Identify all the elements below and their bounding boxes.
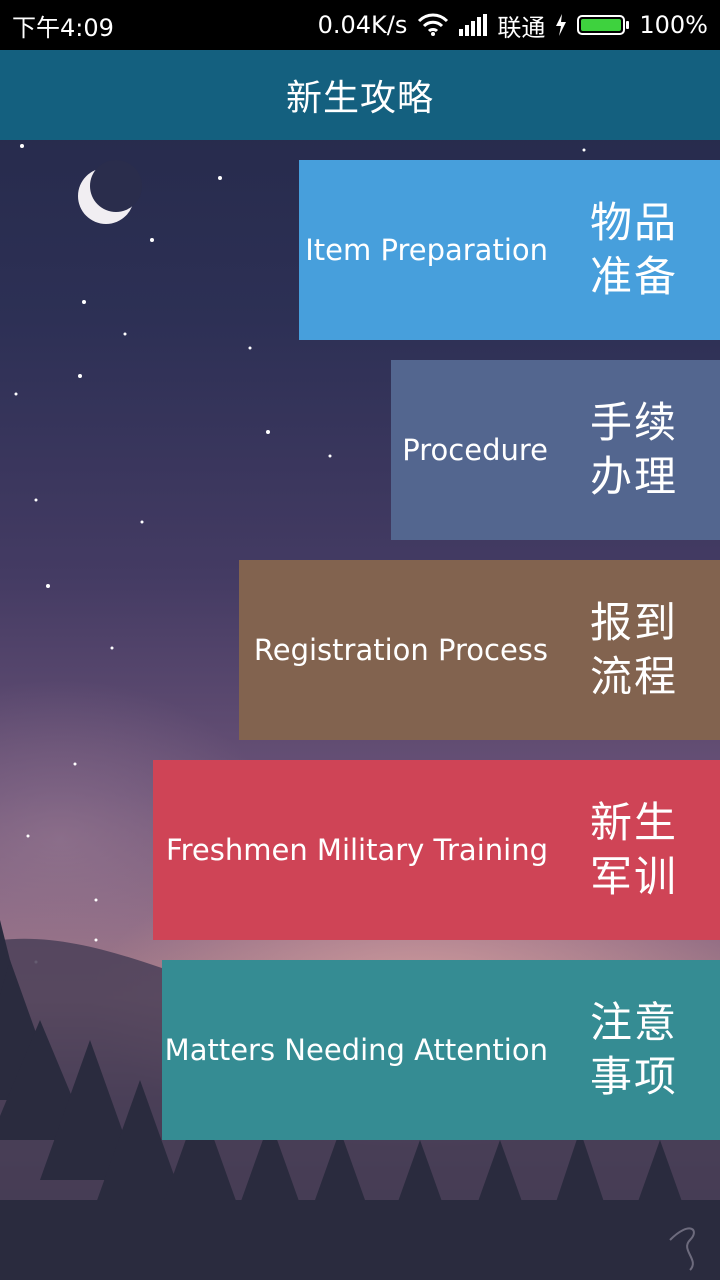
status-bar: 下午4:09 0.04K/s 联通 100% — [0, 0, 720, 50]
status-time: 下午4:09 — [12, 13, 114, 42]
signal-icon — [459, 14, 488, 36]
menu-item-procedure[interactable]: Procedure 手续 办理 — [391, 360, 720, 540]
battery-percent: 100% — [639, 11, 708, 39]
battery-icon — [577, 15, 630, 35]
menu-item-preparation[interactable]: Item Preparation 物品 准备 — [299, 160, 720, 340]
network-speed: 0.04K/s — [317, 11, 408, 39]
app-screen: 下午4:09 0.04K/s 联通 100% 新生攻略 Item Prepara… — [0, 0, 720, 1280]
menu-item-military-training[interactable]: Freshmen Military Training 新生 军训 — [153, 760, 720, 940]
menu-item-label-en: Procedure — [402, 433, 548, 467]
wifi-icon — [417, 13, 449, 37]
carrier-name: 联通 — [497, 13, 546, 42]
menu-item-label-cn: 报到 流程 — [590, 598, 679, 701]
menu-item-label-cn: 注意 事项 — [590, 998, 679, 1101]
page-title-bar: 新生攻略 — [0, 50, 720, 140]
menu-item-registration[interactable]: Registration Process 报到 流程 — [239, 560, 720, 740]
status-indicators: 0.04K/s 联通 100% — [318, 8, 708, 43]
page-title: 新生攻略 — [285, 78, 434, 119]
menu-item-label-cn: 物品 准备 — [590, 198, 679, 301]
menu-item-label-en: Registration Process — [253, 633, 548, 667]
menu-item-label-cn: 新生 军训 — [590, 798, 679, 901]
menu-item-label-en: Item Preparation — [305, 233, 548, 267]
menu-item-label-en: Matters Needing Attention — [164, 1033, 548, 1067]
charging-icon — [555, 14, 567, 36]
battery-level-fill — [581, 19, 622, 31]
menu-item-label-en: Freshmen Military Training — [166, 833, 548, 867]
menu-item-attention[interactable]: Matters Needing Attention 注意 事项 — [162, 960, 720, 1140]
moon-icon — [78, 160, 142, 224]
menu-item-label-cn: 手续 办理 — [590, 398, 679, 501]
